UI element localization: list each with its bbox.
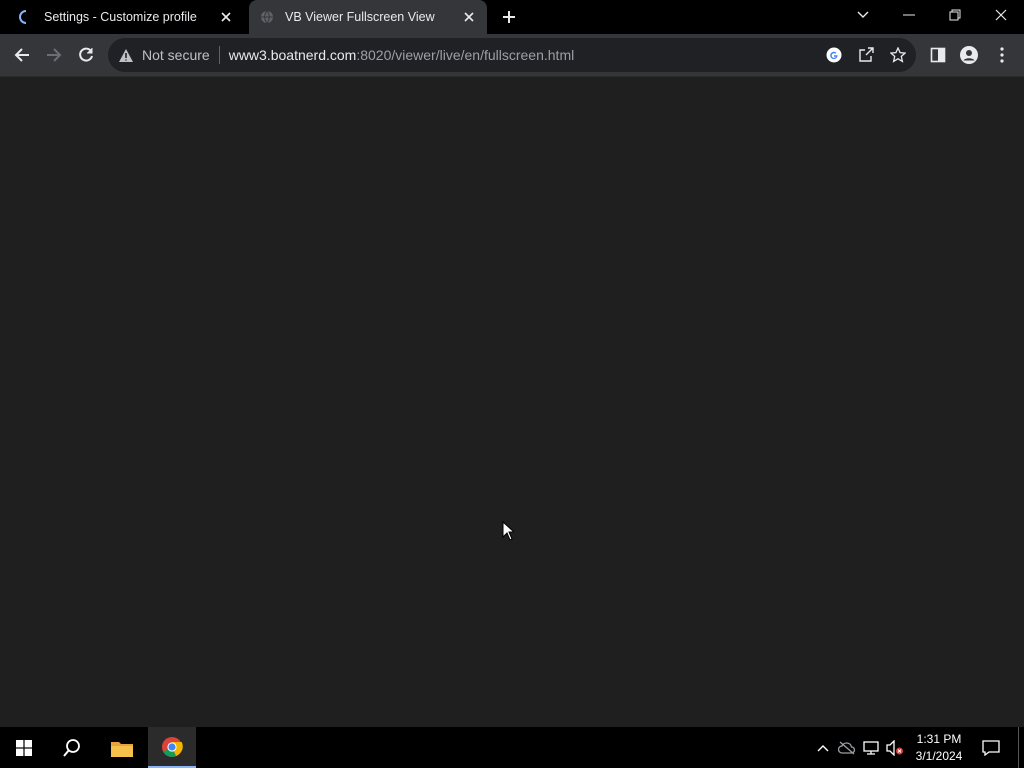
close-window-button[interactable] <box>978 0 1024 30</box>
network-icon[interactable] <box>862 739 880 757</box>
tab-title: Settings - Customize profile <box>44 10 197 24</box>
loading-spinner-icon <box>18 9 34 25</box>
divider <box>218 46 220 64</box>
kebab-menu-icon[interactable] <box>993 46 1011 64</box>
minimize-button[interactable] <box>886 0 932 30</box>
forward-button[interactable] <box>38 39 70 71</box>
tab-search-button[interactable] <box>840 0 886 30</box>
url-host: www3.boatnerd.com <box>228 47 357 63</box>
restore-button[interactable] <box>932 0 978 30</box>
chevron-up-icon[interactable] <box>814 739 832 757</box>
start-button[interactable] <box>0 727 48 768</box>
clock-date: 3/1/2024 <box>915 749 963 763</box>
show-desktop-button[interactable] <box>1018 727 1024 768</box>
new-tab-button[interactable] <box>498 6 520 28</box>
arrow-left-icon <box>14 48 29 62</box>
tab-vb-viewer[interactable]: VB Viewer Fullscreen View <box>249 0 487 34</box>
side-panel-icon[interactable] <box>929 46 947 64</box>
windows-taskbar: 1:31 PM 3/1/2024 <box>0 727 1024 768</box>
page-content[interactable] <box>0 76 1024 727</box>
folder-icon <box>111 741 133 757</box>
chrome-icon <box>162 736 183 757</box>
reload-button[interactable] <box>70 39 102 71</box>
url-text[interactable]: www3.boatnerd.com:8020/viewer/live/en/fu… <box>229 47 575 63</box>
tab-strip: Settings - Customize profile VB Viewer F… <box>0 0 1024 34</box>
tab-settings[interactable]: Settings - Customize profile <box>8 0 244 34</box>
system-clock[interactable]: 1:31 PM 3/1/2024 <box>908 731 970 765</box>
reload-icon <box>79 47 93 62</box>
file-explorer-button[interactable] <box>98 727 146 768</box>
profile-icon[interactable] <box>960 46 978 64</box>
google-icon[interactable] <box>825 46 843 64</box>
arrow-right-icon <box>47 48 62 62</box>
close-tab-icon[interactable] <box>461 9 477 25</box>
close-tab-icon[interactable] <box>218 9 234 25</box>
share-icon[interactable] <box>857 46 875 64</box>
notification-icon <box>982 740 1000 756</box>
globe-icon <box>259 9 275 25</box>
back-button[interactable] <box>6 39 38 71</box>
search-icon <box>63 738 80 757</box>
clock-time: 1:31 PM <box>916 732 962 746</box>
security-label[interactable]: Not secure <box>142 47 210 63</box>
action-center-button[interactable] <box>978 735 1004 761</box>
onedrive-icon[interactable] <box>838 739 856 757</box>
url-path: :8020/viewer/live/en/fullscreen.html <box>356 47 575 63</box>
warning-icon[interactable] <box>118 47 134 63</box>
tab-title: VB Viewer Fullscreen View <box>285 10 435 24</box>
star-icon[interactable] <box>889 46 907 64</box>
volume-muted-icon[interactable] <box>886 739 904 757</box>
address-bar[interactable]: Not secure www3.boatnerd.com:8020/viewer… <box>108 38 916 72</box>
windows-icon <box>16 739 32 756</box>
mouse-pointer-icon <box>502 520 516 546</box>
chrome-taskbar-button[interactable] <box>148 727 196 768</box>
search-button[interactable] <box>48 727 96 768</box>
